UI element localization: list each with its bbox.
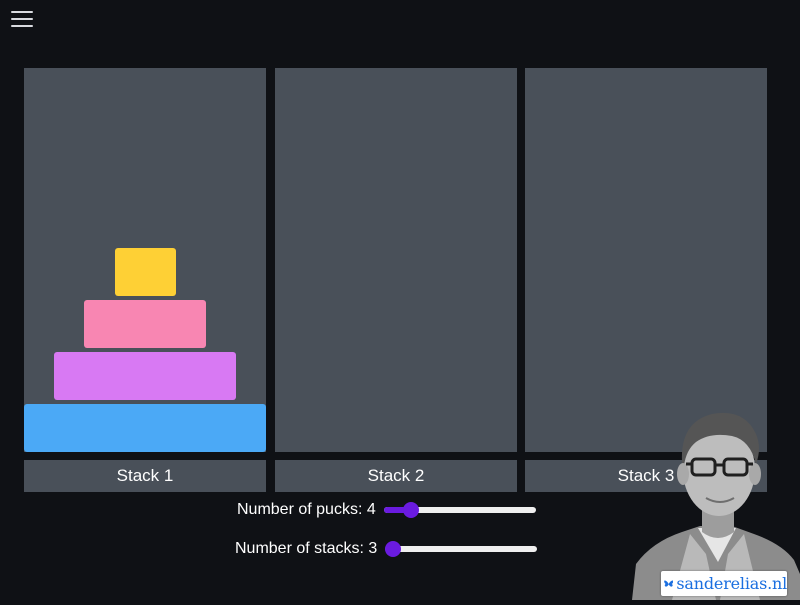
stacks-control: Number of stacks: 3 (235, 540, 538, 558)
stack-2-label: Stack 2 (275, 460, 517, 492)
menu-bar (11, 25, 33, 27)
pucks-slider[interactable] (383, 501, 536, 519)
pucks-control: Number of pucks: 4 (237, 501, 536, 519)
stack-2[interactable] (275, 68, 517, 452)
stacks-slider[interactable] (385, 540, 538, 558)
stack-1[interactable] (24, 68, 266, 452)
site-link[interactable]: sanderelias.nl (676, 574, 787, 593)
puck[interactable] (84, 300, 206, 348)
slider-thumb[interactable] (385, 541, 402, 557)
slider-track (385, 546, 538, 552)
pucks-label: Number of pucks: 4 (237, 501, 376, 518)
stack-3[interactable] (525, 68, 767, 452)
site-badge[interactable]: sanderelias.nl (661, 571, 787, 596)
butterfly-icon (664, 579, 674, 587)
stack-1-label: Stack 1 (24, 460, 266, 492)
menu-button[interactable] (8, 8, 36, 30)
puck[interactable] (54, 352, 236, 400)
stacks-label: Number of stacks: 3 (235, 540, 378, 557)
slider-thumb[interactable] (403, 502, 420, 518)
menu-bar (11, 18, 33, 20)
menu-bar (11, 11, 33, 13)
puck[interactable] (115, 248, 176, 296)
puck[interactable] (24, 404, 266, 452)
